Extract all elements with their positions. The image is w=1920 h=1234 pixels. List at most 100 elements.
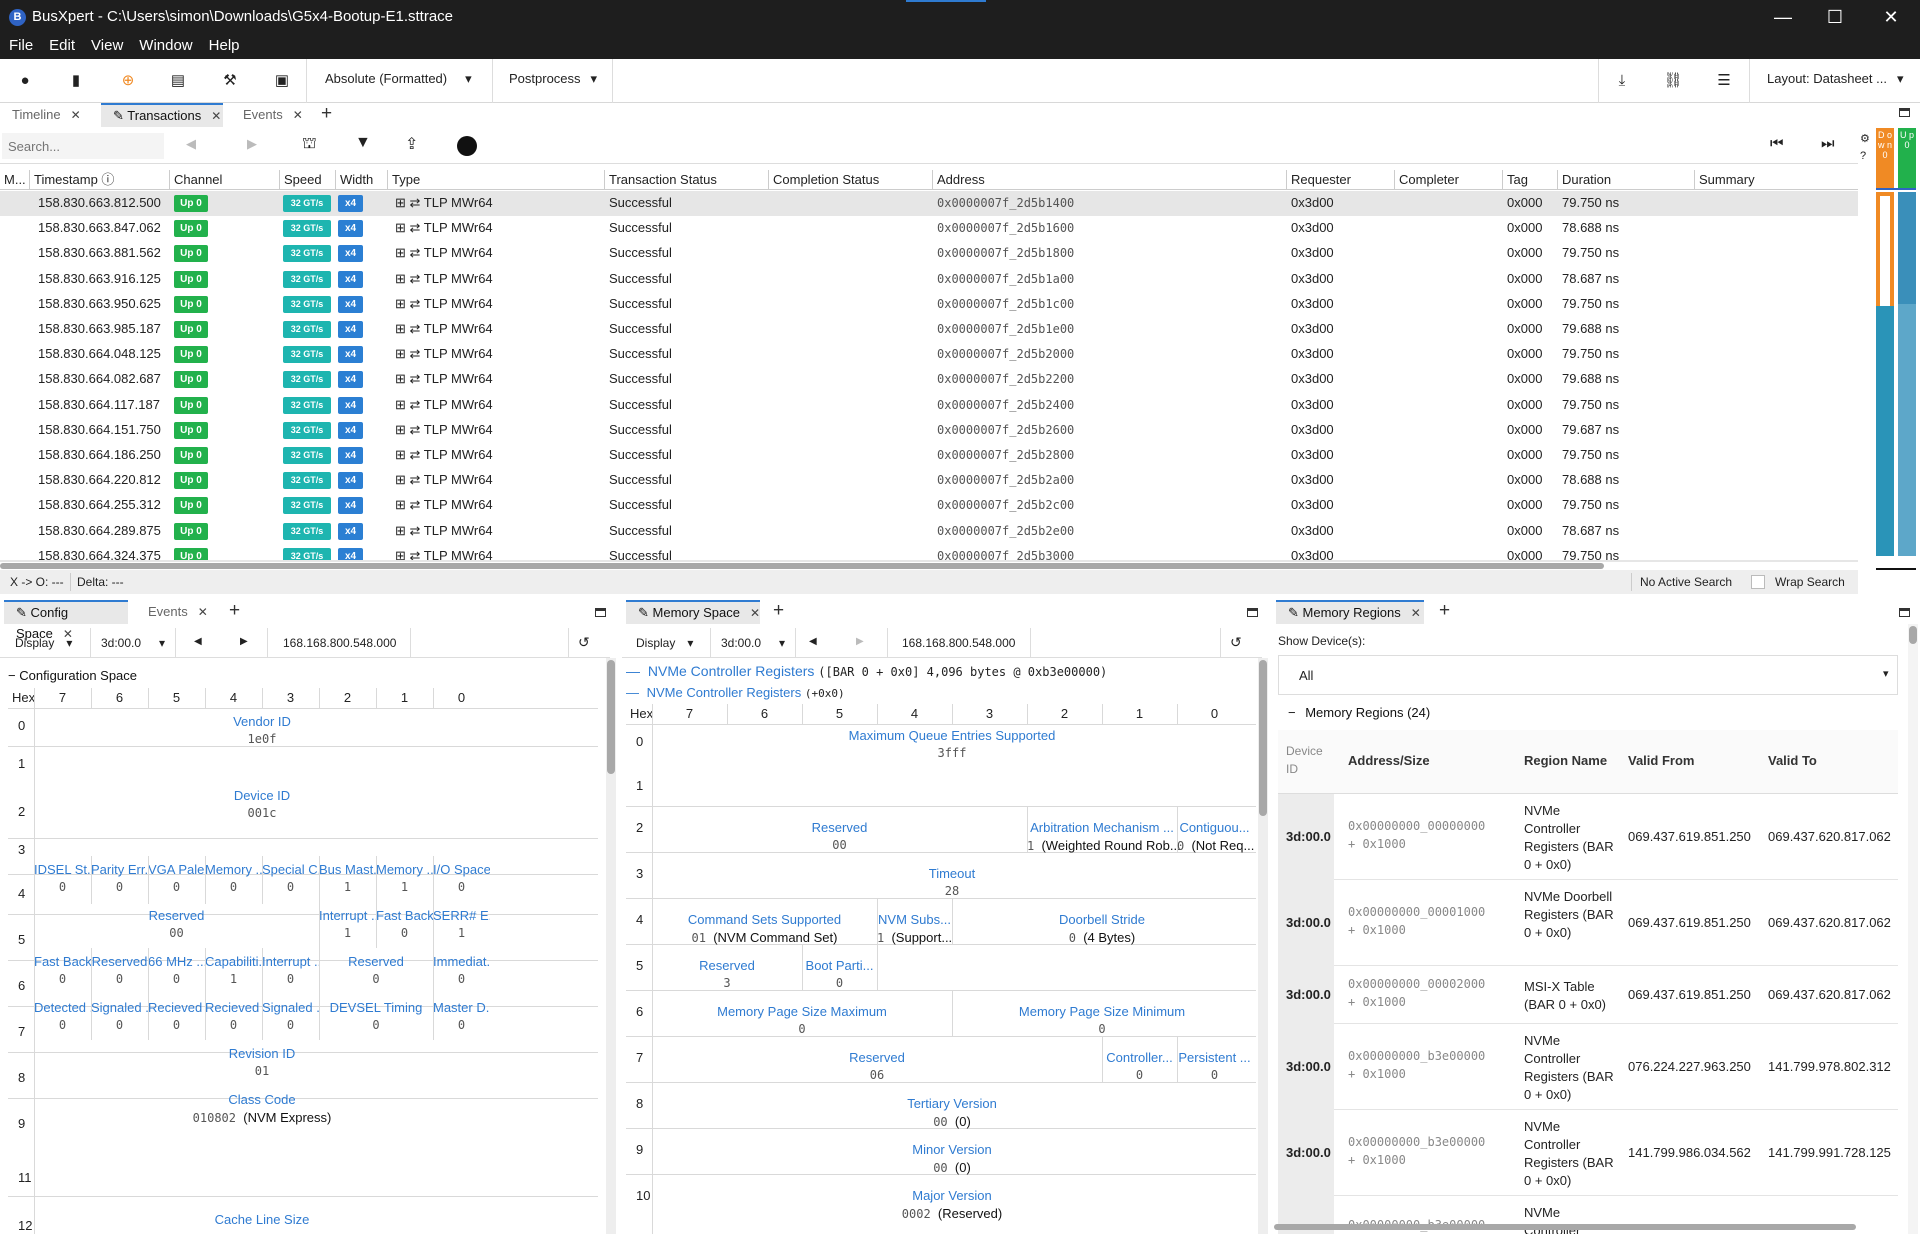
menu-view[interactable]: View [82, 34, 130, 54]
table-row[interactable]: 158.830.664.082.687 Up 0 32 GT/s x4 ⊞ ⇄ TLP … [0, 367, 1858, 392]
register-field[interactable]: Immediat... [433, 954, 490, 969]
table-row[interactable]: 158.830.664.117.187 Up 0 32 GT/s x4 ⊞ ⇄ TLP … [0, 393, 1858, 418]
register-field[interactable]: Major Version [652, 1188, 1252, 1203]
register-field[interactable]: Signaled ... [262, 1000, 319, 1015]
record-icon[interactable] [457, 136, 477, 156]
prev-result-icon[interactable]: ◀ [186, 136, 196, 152]
device-dropdown[interactable]: 3d:00.0 ▾ [721, 636, 785, 650]
close-icon[interactable]: ✕ [1876, 6, 1906, 28]
expand-icon[interactable]: ⊞ ⇄ [395, 422, 424, 437]
tab-timeline[interactable]: Timeline ✕ [0, 103, 95, 127]
skip-last-icon[interactable]: ⏭ [1821, 135, 1835, 152]
display-dropdown[interactable]: Display ▾ [15, 636, 72, 650]
table-row[interactable]: 158.830.663.950.625 Up 0 32 GT/s x4 ⊞ ⇄ TLP … [0, 292, 1858, 317]
save-icon[interactable]: ▣ [270, 69, 294, 93]
nvme-section-header[interactable]: — NVMe Controller Registers ([BAR 0 + 0x… [626, 663, 1107, 679]
grid-hscroll-thumb[interactable] [0, 563, 1604, 569]
config-section-header[interactable]: − Configuration Space [8, 668, 137, 683]
col-requester[interactable]: Requester [1287, 170, 1395, 190]
col-completer[interactable]: Completer [1395, 170, 1503, 190]
register-field[interactable]: Parity Err... [91, 862, 148, 877]
maximize-panel-icon[interactable] [1247, 608, 1258, 617]
register-field[interactable]: Fast Back... [34, 954, 91, 969]
menu-edit[interactable]: Edit [40, 34, 82, 54]
table-row[interactable]: 158.830.663.847.062 Up 0 32 GT/s x4 ⊞ ⇄ TLP … [0, 216, 1858, 241]
table-row[interactable]: 158.830.663.812.500 Up 0 32 GT/s x4 ⊞ ⇄ TLP … [0, 191, 1858, 216]
minimap[interactable]: ⚙ ? D o w n 0 U p 0 [1858, 128, 1920, 572]
link-icon[interactable]: ⛓ [1661, 69, 1685, 93]
menu-window[interactable]: Window [130, 34, 199, 54]
register-field[interactable]: Reserved [319, 954, 433, 969]
register-field[interactable]: Capabiliti... [205, 954, 262, 969]
add-tab-icon[interactable]: + [1439, 600, 1450, 622]
col-summary[interactable]: Summary [1695, 170, 1858, 190]
device-dropdown[interactable]: 3d:00.0 ▾ [101, 636, 165, 650]
regions-hscroll-thumb[interactable] [1274, 1224, 1856, 1230]
register-field[interactable]: Command Sets Supported [652, 912, 877, 927]
register-field[interactable]: Persistent ... [1177, 1050, 1252, 1065]
expand-icon[interactable]: ⊞ ⇄ [395, 397, 424, 412]
expand-icon[interactable]: ⊞ ⇄ [395, 346, 424, 361]
table-row[interactable]: 158.830.663.881.562 Up 0 32 GT/s x4 ⊞ ⇄ TLP … [0, 241, 1858, 266]
memory-vscrollbar[interactable] [1258, 658, 1268, 1234]
display-dropdown[interactable]: Display ▾ [636, 636, 693, 650]
table-row[interactable]: 158.830.664.255.312 Up 0 32 GT/s x4 ⊞ ⇄ TLP … [0, 493, 1858, 518]
bookmark-icon[interactable]: ▮ [64, 69, 88, 93]
col-marker[interactable]: M... [0, 170, 30, 190]
register-field[interactable]: Contiguou... [1177, 820, 1252, 835]
table-row[interactable]: 3d:00.0 0x00000000_00002000 + 0x1000 MSI-X … [1278, 966, 1898, 1024]
tab-memory-regions[interactable]: ✎ Memory Regions ✕ [1276, 600, 1424, 624]
table-row[interactable]: 3d:00.0 0x00000000_00001000 + 0x1000 NVMe D… [1278, 880, 1898, 966]
register-field[interactable]: SERR# E... [433, 908, 490, 923]
register-field[interactable]: Memory ... [205, 862, 262, 877]
register-field[interactable]: Reserved [91, 954, 148, 969]
list-icon[interactable]: ☰ [1712, 69, 1736, 93]
prev-icon[interactable]: ◀ [809, 636, 817, 647]
col-width[interactable]: Width [336, 170, 388, 190]
register-field[interactable]: Fast Back... [376, 908, 433, 923]
col-timestamp[interactable]: Timestamp ⓘ [30, 170, 170, 190]
archive-icon[interactable]: ▤ [166, 69, 190, 93]
postprocess-dropdown[interactable]: Postprocess ▾ [509, 71, 597, 87]
maximize-panel-icon[interactable] [1899, 108, 1910, 117]
memory-vscroll-thumb[interactable] [1259, 660, 1267, 816]
col-duration[interactable]: Duration [1558, 170, 1695, 190]
table-row[interactable]: 3d:00.0 0x00000000_00000000 + 0x1000 NVMe C… [1278, 794, 1898, 880]
register-field[interactable]: Doorbell Stride [952, 912, 1252, 927]
register-field[interactable]: Memory ... [376, 862, 433, 877]
expand-icon[interactable]: ⊞ ⇄ [395, 472, 424, 487]
register-field[interactable]: Maximum Queue Entries Supported [652, 728, 1252, 743]
history-icon[interactable]: ↺ [578, 634, 590, 651]
expand-icon[interactable]: ⊞ ⇄ [395, 321, 424, 336]
tab-memory-space[interactable]: ✎ Memory Space ✕ [626, 600, 760, 624]
register-field[interactable]: Minor Version [652, 1142, 1252, 1157]
prev-icon[interactable]: ◀ [194, 636, 202, 647]
nvme-subsection-header[interactable]: — NVMe Controller Registers (+0x0) [626, 685, 845, 700]
col-valid-to[interactable]: Valid To [1768, 753, 1817, 768]
add-tab-icon[interactable]: + [773, 600, 784, 622]
config-timestamp[interactable]: 168.168.800.548.000 [283, 636, 396, 650]
tab-config-events[interactable]: Events ✕ [136, 600, 212, 624]
col-type[interactable]: Type [388, 170, 605, 190]
regions-hscrollbar[interactable] [1274, 1222, 1894, 1232]
register-field[interactable]: Reserved [652, 958, 802, 973]
register-field[interactable]: Memory Page Size Maximum [652, 1004, 952, 1019]
target-icon[interactable]: ⊕ [116, 69, 140, 93]
help-icon[interactable]: ? [1860, 150, 1866, 162]
skip-first-icon[interactable]: ⏮ [1770, 135, 1784, 152]
up-channel-badge[interactable]: U p 0 [1898, 128, 1916, 190]
col-device-id[interactable]: Device ID [1286, 742, 1330, 778]
register-field[interactable]: Special C... [262, 862, 319, 877]
table-row[interactable]: 3d:00.0 0x00000000_b3e00000 + 0x1000 NVMe C… [1278, 1110, 1898, 1196]
memory-timestamp[interactable]: 168.168.800.548.000 [902, 636, 1015, 650]
close-icon[interactable]: ✕ [71, 108, 81, 122]
register-field[interactable]: Detected ... [34, 1000, 91, 1015]
add-tab-icon[interactable]: + [321, 103, 332, 125]
register-field[interactable]: Vendor ID [34, 714, 490, 729]
table-row[interactable]: 158.830.664.151.750 Up 0 32 GT/s x4 ⊞ ⇄ TLP … [0, 418, 1858, 443]
table-row[interactable]: 158.830.664.048.125 Up 0 32 GT/s x4 ⊞ ⇄ TLP … [0, 342, 1858, 367]
col-address-size[interactable]: Address/Size [1348, 753, 1430, 768]
info-icon[interactable]: ● [13, 69, 37, 93]
col-transaction-status[interactable]: Transaction Status [605, 170, 769, 190]
regions-vscroll-thumb[interactable] [1909, 626, 1917, 644]
